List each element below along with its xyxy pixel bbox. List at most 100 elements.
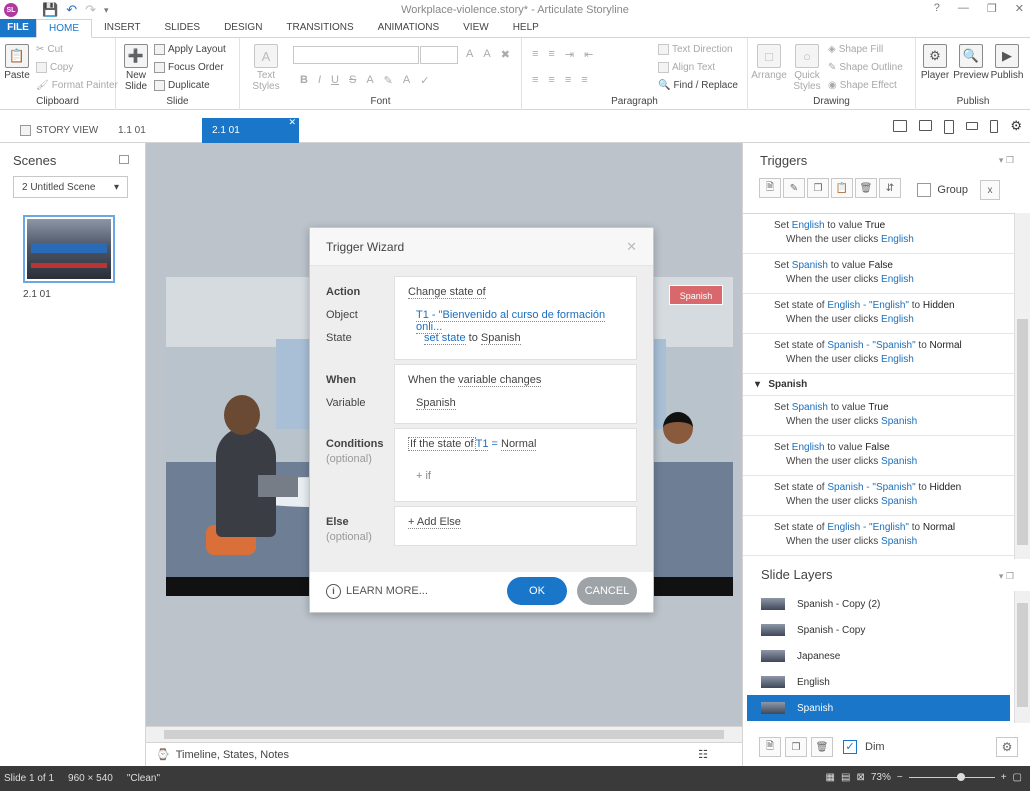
- text-direction-font-icon[interactable]: A: [403, 74, 410, 87]
- indent-icon[interactable]: ⇥: [565, 48, 574, 61]
- action-select[interactable]: Change state of: [408, 286, 486, 299]
- save-icon[interactable]: 💾: [42, 0, 58, 20]
- shape-effect-button[interactable]: ◉ Shape Effect: [828, 80, 897, 91]
- close-tab-icon[interactable]: ✕: [288, 117, 296, 128]
- text-direction-button[interactable]: Text Direction: [658, 44, 733, 55]
- layer-item[interactable]: Spanish - Copy: [747, 617, 1010, 643]
- layer-properties-gear-icon[interactable]: ⚙: [996, 737, 1018, 757]
- trigger-item[interactable]: Set English to value False When the user …: [743, 436, 1014, 476]
- player-button[interactable]: ⚙ Player: [916, 44, 954, 81]
- layers-panel-menu-icon[interactable]: ▾ ❐: [999, 571, 1014, 582]
- cut-button[interactable]: ✂ Cut: [36, 44, 63, 55]
- undo-icon[interactable]: ↶: [66, 0, 77, 20]
- outdent-icon[interactable]: ⇤: [584, 48, 593, 61]
- zoom-in-icon[interactable]: +: [1001, 772, 1007, 783]
- tab-animations[interactable]: ANIMATIONS: [366, 19, 451, 37]
- triggers-scrollbar[interactable]: [1014, 213, 1030, 559]
- align-left-icon[interactable]: ≡: [532, 74, 538, 86]
- new-slide-button[interactable]: ➕ New Slide: [118, 44, 154, 92]
- settings-gear-icon[interactable]: ⚙: [1010, 119, 1022, 134]
- tab-insert[interactable]: INSERT: [92, 19, 153, 37]
- trigger-item[interactable]: Set state of English - "English" to Norm…: [743, 516, 1014, 556]
- layer-item[interactable]: English: [747, 669, 1010, 695]
- restore-icon[interactable]: ❐: [987, 2, 997, 15]
- normal-view-icon[interactable]: ▦: [826, 772, 835, 783]
- bold-icon[interactable]: B: [300, 74, 308, 87]
- paste-trigger-icon[interactable]: 📋: [831, 178, 853, 198]
- font-size-select[interactable]: [420, 46, 458, 64]
- tab-transitions[interactable]: TRANSITIONS: [274, 19, 365, 37]
- trigger-item[interactable]: Set English to value True When the user c…: [743, 214, 1014, 254]
- edit-trigger-icon[interactable]: ✎: [783, 178, 805, 198]
- learn-more-link[interactable]: i LEARN MORE...: [326, 583, 428, 599]
- highlight-icon[interactable]: ✎: [384, 74, 393, 87]
- variables-icon[interactable]: x: [980, 180, 1000, 200]
- tab-slide-1-1[interactable]: 1.1 01: [108, 118, 156, 143]
- ok-button[interactable]: OK: [507, 577, 567, 605]
- justify-icon[interactable]: ≡: [581, 74, 587, 86]
- shape-fill-button[interactable]: ◈ Shape Fill: [828, 44, 883, 55]
- layer-item[interactable]: Japanese: [747, 643, 1010, 669]
- customize-toolbar-icon[interactable]: ▾: [104, 0, 109, 20]
- text-styles-button[interactable]: A Text Styles: [244, 44, 288, 92]
- add-else-button[interactable]: + Add Else: [408, 516, 461, 529]
- copy-button[interactable]: Copy: [36, 62, 73, 73]
- zoom-slider[interactable]: [908, 773, 995, 781]
- find-replace-button[interactable]: 🔍 Find / Replace: [658, 80, 738, 91]
- delete-layer-icon[interactable]: 🗑: [811, 737, 833, 757]
- dim-checkbox[interactable]: ✓: [843, 740, 857, 754]
- underline-icon[interactable]: U: [331, 74, 339, 87]
- state-select[interactable]: Spanish: [480, 332, 521, 345]
- font-color-icon[interactable]: A: [366, 74, 373, 87]
- format-painter-button[interactable]: 🖌 Format Painter: [36, 80, 118, 91]
- copy-trigger-icon[interactable]: ❐: [807, 178, 829, 198]
- help-icon[interactable]: ?: [934, 2, 940, 15]
- reorder-trigger-icon[interactable]: ⇵: [879, 178, 901, 198]
- duplicate-layer-icon[interactable]: ❐: [785, 737, 807, 757]
- pin-icon[interactable]: ☷: [698, 748, 708, 761]
- tab-view[interactable]: VIEW: [451, 19, 501, 37]
- add-if-button[interactable]: + if: [408, 470, 623, 493]
- new-trigger-icon[interactable]: 🗎: [759, 178, 781, 198]
- apply-layout-button[interactable]: Apply Layout: [154, 44, 226, 55]
- condition-value[interactable]: Normal: [501, 438, 537, 451]
- tab-help[interactable]: HELP: [501, 19, 551, 37]
- scene-dropdown[interactable]: 2 Untitled Scene ▾: [13, 176, 128, 198]
- object-select[interactable]: T1 - "Bienvenido al curso de formación o…: [416, 309, 606, 334]
- close-window-icon[interactable]: ✕: [1015, 2, 1024, 15]
- preview-button[interactable]: 🔍 Preview: [952, 44, 990, 81]
- spanish-slide-button[interactable]: Spanish: [669, 285, 723, 305]
- numbering-icon[interactable]: ≡: [548, 48, 554, 61]
- undock-icon[interactable]: [119, 155, 129, 164]
- align-text-button[interactable]: Align Text: [658, 62, 715, 73]
- triggers-panel-menu-icon[interactable]: ▾ ❐: [999, 155, 1014, 166]
- shrink-font-icon[interactable]: A: [483, 48, 490, 61]
- duplicate-button[interactable]: Duplicate: [154, 80, 210, 91]
- italic-icon[interactable]: I: [318, 74, 321, 87]
- focus-order-button[interactable]: Focus Order: [154, 62, 224, 73]
- paste-button[interactable]: 📋 Paste: [0, 44, 34, 81]
- trigger-group-spanish[interactable]: ▾ Spanish: [743, 374, 1014, 396]
- trigger-item[interactable]: Set state of English - "English" to Hidd…: [743, 294, 1014, 334]
- cancel-button[interactable]: CANCEL: [577, 577, 637, 605]
- strikethrough-icon[interactable]: S: [349, 74, 356, 87]
- horizontal-scrollbar[interactable]: [146, 726, 742, 742]
- tablet-landscape-icon[interactable]: [919, 120, 933, 131]
- zoom-out-icon[interactable]: −: [897, 772, 903, 783]
- layers-scrollbar[interactable]: [1014, 591, 1030, 723]
- tab-slide-2-1[interactable]: 2.1 01 ✕: [202, 117, 299, 143]
- slide-thumbnail[interactable]: [23, 215, 115, 283]
- bullets-icon[interactable]: ≡: [532, 48, 538, 61]
- font-family-select[interactable]: [293, 46, 419, 64]
- tab-design[interactable]: DESIGN: [212, 19, 274, 37]
- tab-file[interactable]: FILE: [0, 19, 36, 37]
- state-verb-select[interactable]: set state: [424, 332, 466, 345]
- phone-portrait-icon[interactable]: [990, 120, 999, 133]
- variable-select[interactable]: Spanish: [416, 397, 456, 410]
- phone-landscape-icon[interactable]: [966, 122, 979, 130]
- condition-select[interactable]: If the state of: [408, 437, 476, 451]
- publish-button[interactable]: ▶ Publish: [988, 44, 1026, 81]
- layer-item[interactable]: Spanish: [747, 695, 1010, 721]
- tab-slides[interactable]: SLIDES: [153, 19, 213, 37]
- new-layer-icon[interactable]: 🗎: [759, 737, 781, 757]
